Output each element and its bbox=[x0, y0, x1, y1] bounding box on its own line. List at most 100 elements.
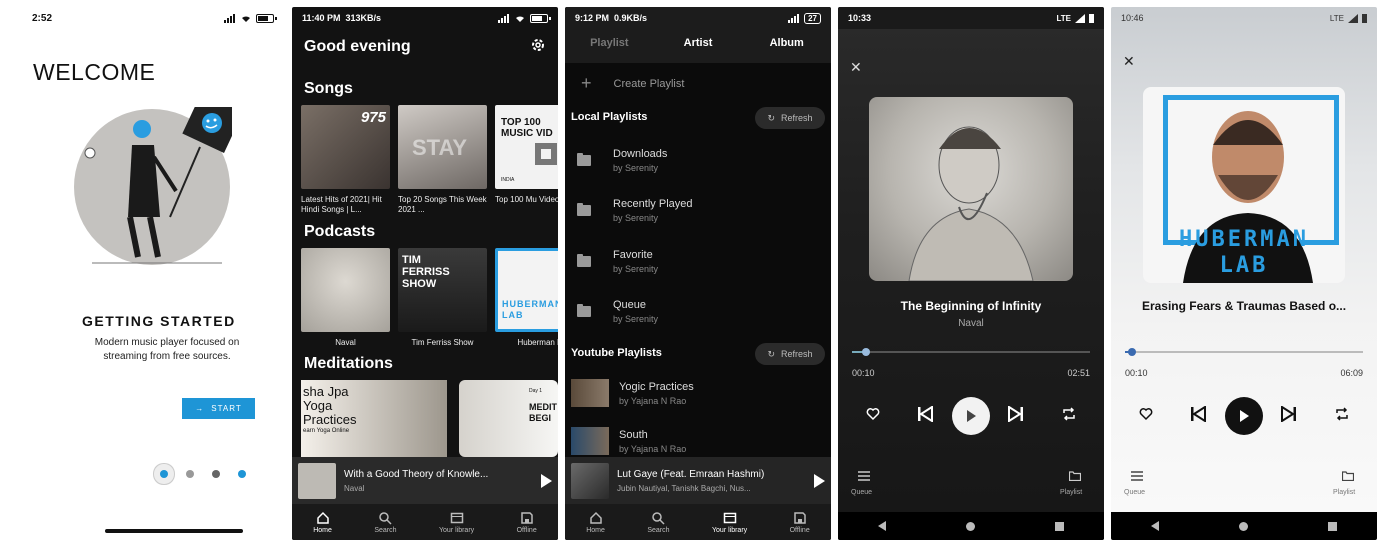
playlist-row[interactable]: Favorite by Serenity bbox=[577, 249, 658, 274]
skip-next-icon[interactable] bbox=[1281, 406, 1297, 422]
mini-player[interactable]: Lut Gaye (Feat. Emraan Hashmi) Jubin Nau… bbox=[565, 457, 831, 505]
tab-playlist[interactable]: Playlist bbox=[565, 37, 654, 49]
nav-offline[interactable]: Offline bbox=[790, 511, 810, 534]
seek-knob[interactable] bbox=[862, 348, 871, 356]
nav-search[interactable]: Search bbox=[647, 511, 670, 534]
start-button[interactable]: → START bbox=[182, 398, 255, 419]
heart-icon[interactable] bbox=[866, 407, 880, 421]
playlist-label: Playlist bbox=[1060, 489, 1083, 496]
mini-player-title: Lut Gaye (Feat. Emraan Hashmi) bbox=[617, 469, 765, 480]
page-dot-3[interactable] bbox=[212, 470, 220, 478]
home-button-icon[interactable] bbox=[966, 521, 975, 531]
signal-icon bbox=[1075, 13, 1085, 23]
song-card[interactable]: 975 Latest Hits of 2021| Hit Hindi Songs… bbox=[301, 105, 390, 215]
battery-icon bbox=[1362, 13, 1367, 23]
back-icon[interactable] bbox=[1151, 521, 1159, 531]
queue-icon[interactable] bbox=[858, 471, 870, 481]
status-bar: 9:12 PM 0.9KB/s 27 bbox=[565, 7, 831, 29]
home-indicator[interactable] bbox=[105, 529, 243, 533]
song-card[interactable]: TOP 100 MUSIC VID INDIA Top 100 Mu Video… bbox=[495, 105, 558, 205]
nav-offline[interactable]: Offline bbox=[517, 511, 537, 534]
page-dot-4[interactable] bbox=[238, 470, 246, 478]
bottom-nav: Home Search Your library Offline bbox=[292, 504, 558, 540]
close-icon[interactable]: ✕ bbox=[1123, 53, 1135, 70]
nav-library[interactable]: Your library bbox=[439, 511, 474, 534]
track-artist: Naval bbox=[958, 318, 984, 329]
playlist-row[interactable]: Downloads by Serenity bbox=[577, 148, 667, 173]
skip-previous-icon[interactable] bbox=[917, 406, 933, 422]
youtube-playlist-row[interactable]: Yogic Practices by Yajana N Rao bbox=[571, 379, 694, 407]
status-bar: 11:40 PM 313KB/s bbox=[292, 7, 558, 29]
playlist-owner: by Serenity bbox=[613, 264, 659, 274]
playlist-folder-icon[interactable] bbox=[1069, 471, 1081, 481]
nav-library-label: Your library bbox=[439, 526, 475, 534]
mini-player-art bbox=[571, 463, 609, 499]
mini-player[interactable]: With a Good Theory of Knowle... Naval bbox=[292, 457, 558, 505]
refresh-local-button[interactable]: ↻ Refresh bbox=[755, 107, 825, 129]
youtube-playlist-row[interactable]: South by Yajana N Rao bbox=[571, 427, 686, 455]
nav-search[interactable]: Search bbox=[374, 511, 397, 534]
mini-player-artist: Jubin Nautiyal, Tanishk Bagchi, Nus... bbox=[617, 484, 751, 493]
play-button[interactable] bbox=[952, 397, 990, 435]
page-dot-1[interactable] bbox=[160, 470, 168, 478]
android-nav-bar bbox=[1111, 512, 1377, 540]
playlist-folder-icon[interactable] bbox=[1342, 471, 1354, 481]
refresh-youtube-button[interactable]: ↻ Refresh bbox=[755, 343, 825, 365]
podcast-caption: Tim Ferriss Show bbox=[411, 338, 474, 347]
home-icon bbox=[589, 511, 602, 524]
home-button-icon[interactable] bbox=[1239, 521, 1248, 531]
playlist-name: Favorite bbox=[613, 249, 653, 261]
meditation-card-title: sha Jpa Yoga Practices bbox=[303, 384, 357, 427]
battery-icon bbox=[1089, 13, 1094, 23]
song-card[interactable]: STAY Top 20 Songs This Week 2021 ... bbox=[398, 105, 487, 215]
play-button[interactable] bbox=[1225, 397, 1263, 435]
meditation-card[interactable]: sha Jpa Yoga Practices earn Yoga Online bbox=[301, 380, 447, 457]
podcast-caption: Naval bbox=[335, 338, 356, 347]
page-dot-2[interactable] bbox=[186, 470, 194, 478]
playlist-row[interactable]: Queue by Serenity bbox=[577, 299, 658, 324]
seek-knob[interactable] bbox=[1128, 348, 1137, 356]
seek-bar[interactable] bbox=[1125, 348, 1363, 356]
heart-icon[interactable] bbox=[1139, 407, 1153, 421]
tab-artist[interactable]: Artist bbox=[654, 37, 743, 49]
refresh-icon: ↻ bbox=[767, 348, 776, 359]
nav-library[interactable]: Your library bbox=[712, 511, 747, 534]
status-speed: 0.9KB/s bbox=[614, 13, 648, 23]
player-light-screen: 10:46 LTE ✕ HUBERMAN LAB Erasing Fears &… bbox=[1111, 7, 1377, 540]
podcast-card[interactable]: HUBERMAN LAB Huberman L bbox=[495, 248, 558, 348]
podcast-card[interactable]: Naval bbox=[301, 248, 390, 348]
play-icon[interactable] bbox=[814, 474, 825, 488]
play-icon[interactable] bbox=[541, 474, 552, 488]
tab-album[interactable]: Album bbox=[742, 37, 831, 49]
nav-home[interactable]: Home bbox=[586, 511, 605, 534]
recents-icon[interactable] bbox=[1328, 521, 1337, 531]
playlist-row[interactable]: Recently Played by Serenity bbox=[577, 198, 693, 223]
skip-next-icon[interactable] bbox=[1008, 406, 1024, 422]
settings-gear-icon[interactable] bbox=[530, 37, 546, 53]
recents-icon[interactable] bbox=[1055, 521, 1064, 531]
seek-bar[interactable] bbox=[852, 348, 1090, 356]
nav-home[interactable]: Home bbox=[313, 511, 332, 534]
playlist-owner: by Serenity bbox=[613, 213, 659, 223]
nav-home-label: Home bbox=[586, 526, 605, 534]
page-indicator[interactable] bbox=[160, 470, 246, 478]
library-icon bbox=[723, 512, 736, 523]
create-playlist-row[interactable]: + Create Playlist bbox=[581, 73, 684, 94]
song-cover: TOP 100 MUSIC VID INDIA bbox=[495, 105, 558, 189]
song-caption: Top 20 Songs This Week 2021 ... bbox=[398, 195, 487, 214]
queue-icon[interactable] bbox=[1131, 471, 1143, 481]
close-icon[interactable]: ✕ bbox=[850, 59, 862, 76]
library-icon bbox=[450, 512, 463, 523]
youtube-playlist-thumb bbox=[571, 427, 609, 455]
repeat-icon[interactable] bbox=[1062, 407, 1076, 421]
repeat-icon[interactable] bbox=[1335, 407, 1349, 421]
getting-started-subtitle: Modern music player focused on streaming… bbox=[94, 337, 240, 362]
library-tabs: Playlist Artist Album bbox=[565, 37, 831, 49]
save-icon bbox=[793, 511, 806, 524]
meditation-card[interactable]: Day 1 MEDIT BEGI bbox=[459, 380, 558, 457]
mini-player-artist: Naval bbox=[344, 484, 365, 493]
back-icon[interactable] bbox=[878, 521, 886, 531]
status-time: 11:40 PM bbox=[302, 13, 341, 23]
podcast-card[interactable]: TIM FERRISS SHOW Tim Ferriss Show bbox=[398, 248, 487, 348]
skip-previous-icon[interactable] bbox=[1190, 406, 1206, 422]
